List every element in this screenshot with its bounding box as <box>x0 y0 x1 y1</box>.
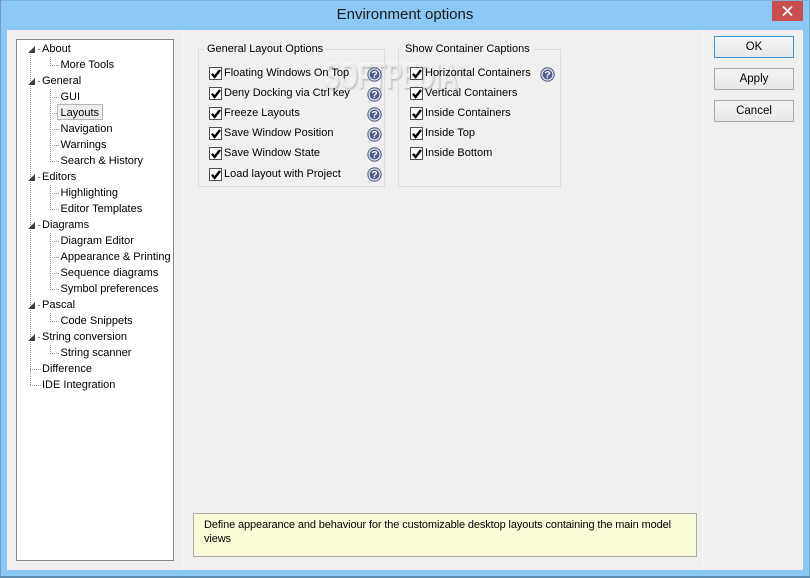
svg-text:?: ? <box>544 69 550 81</box>
svg-text:?: ? <box>371 169 377 181</box>
svg-text:?: ? <box>371 129 377 141</box>
svg-text:?: ? <box>371 109 377 121</box>
svg-text:?: ? <box>371 69 377 81</box>
svg-text:?: ? <box>371 149 377 161</box>
svg-text:?: ? <box>371 89 377 101</box>
